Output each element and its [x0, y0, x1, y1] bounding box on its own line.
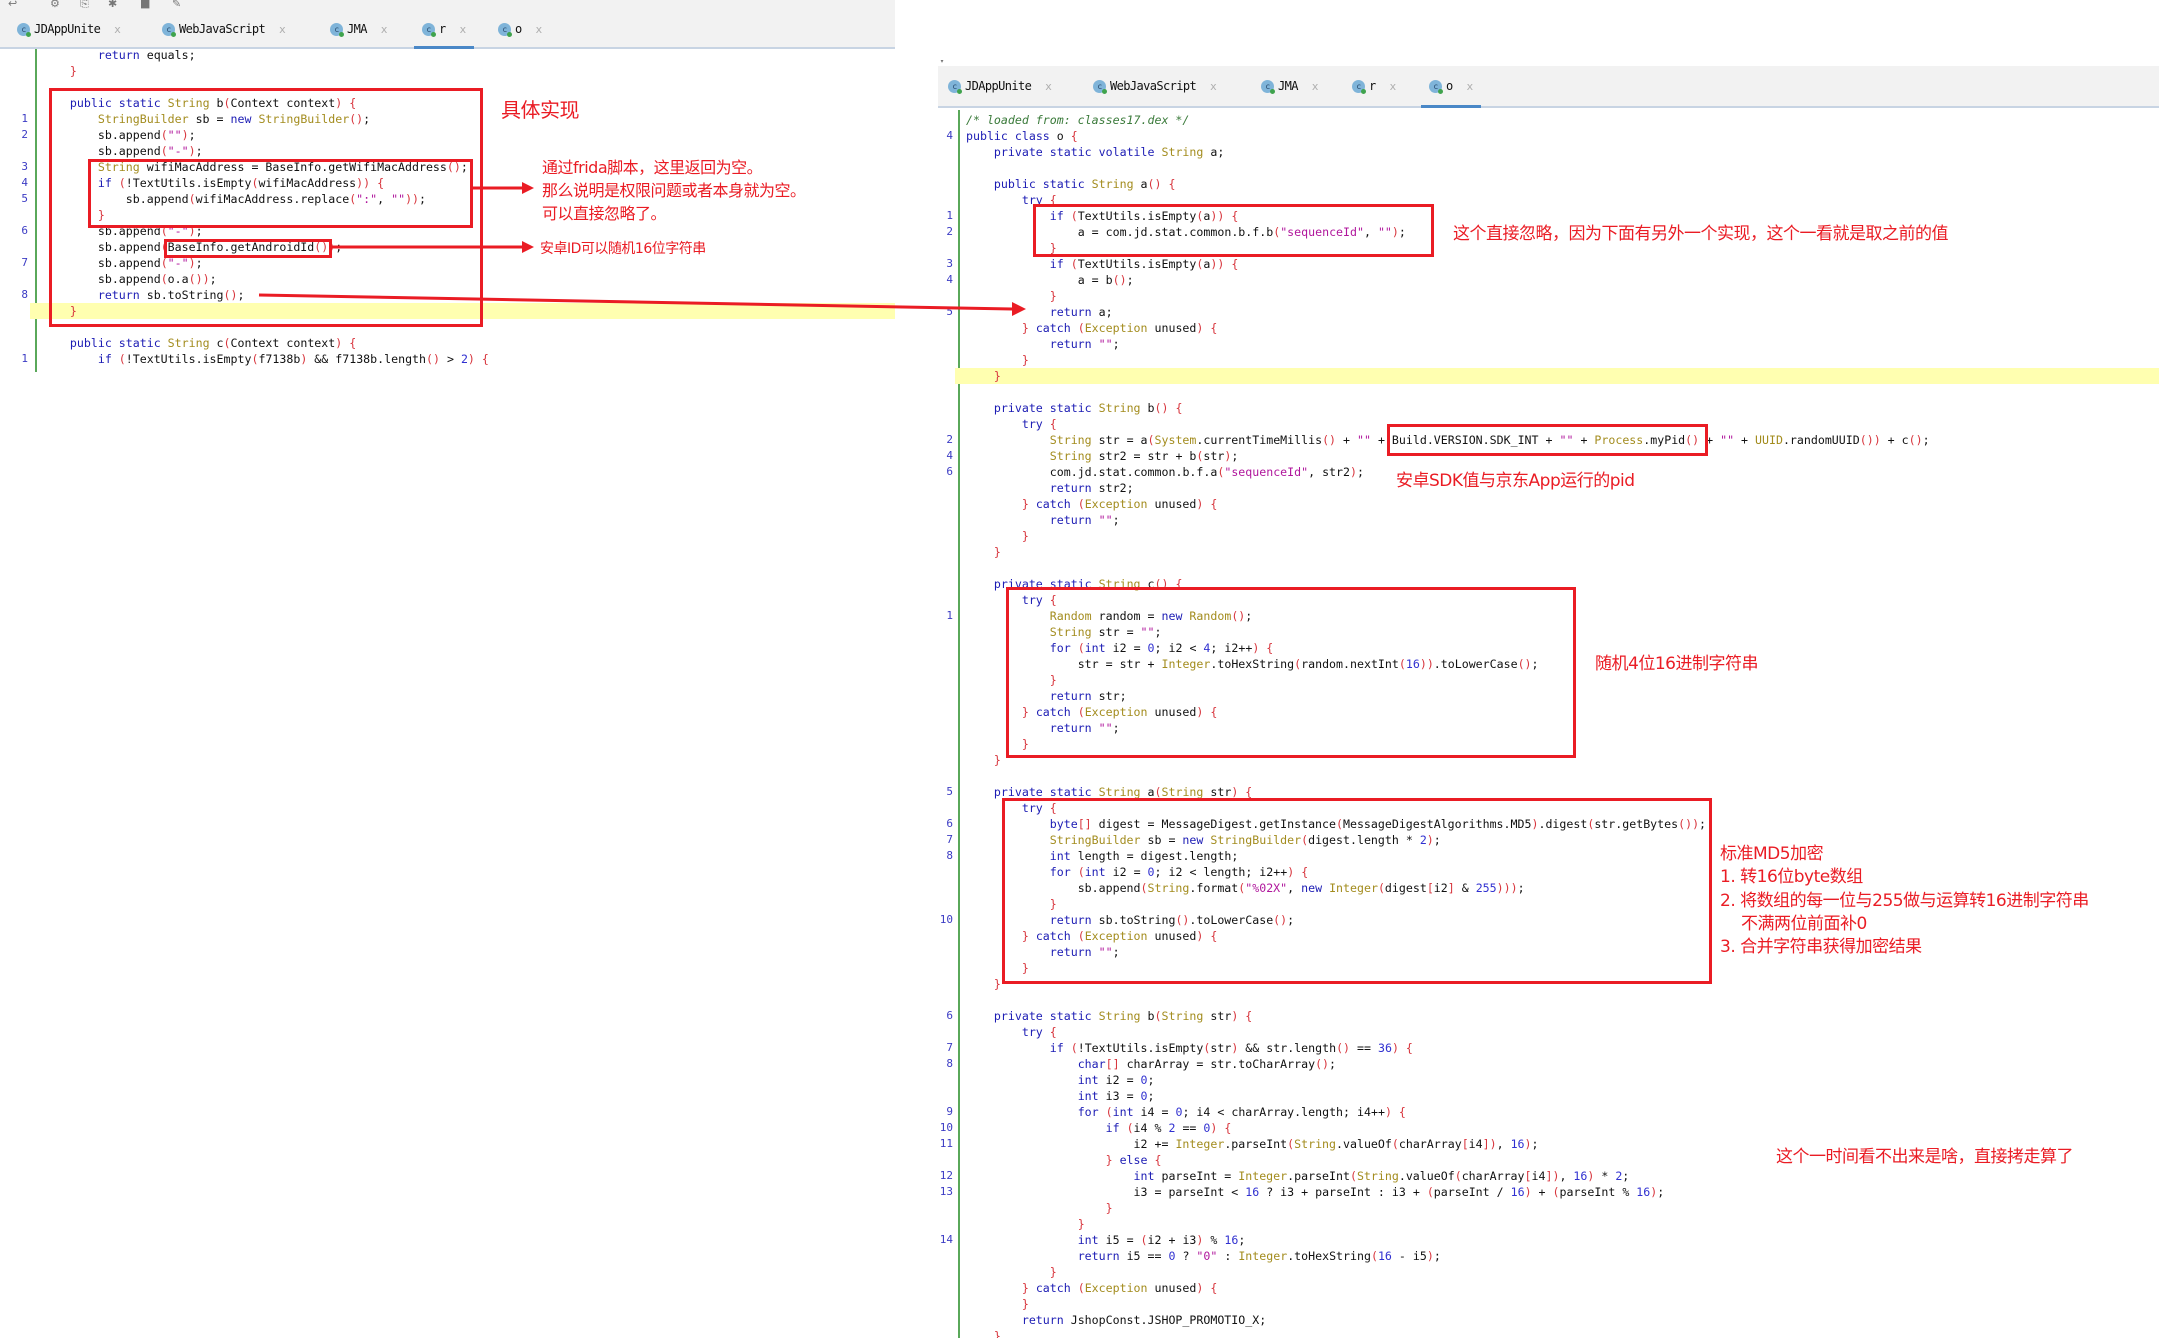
- annotation-arrows: [258, 182, 1026, 316]
- arrow-return-to-o-a: [258, 293, 1026, 316]
- arrow-wifi: [473, 182, 534, 194]
- arrow-android-id: [332, 241, 534, 253]
